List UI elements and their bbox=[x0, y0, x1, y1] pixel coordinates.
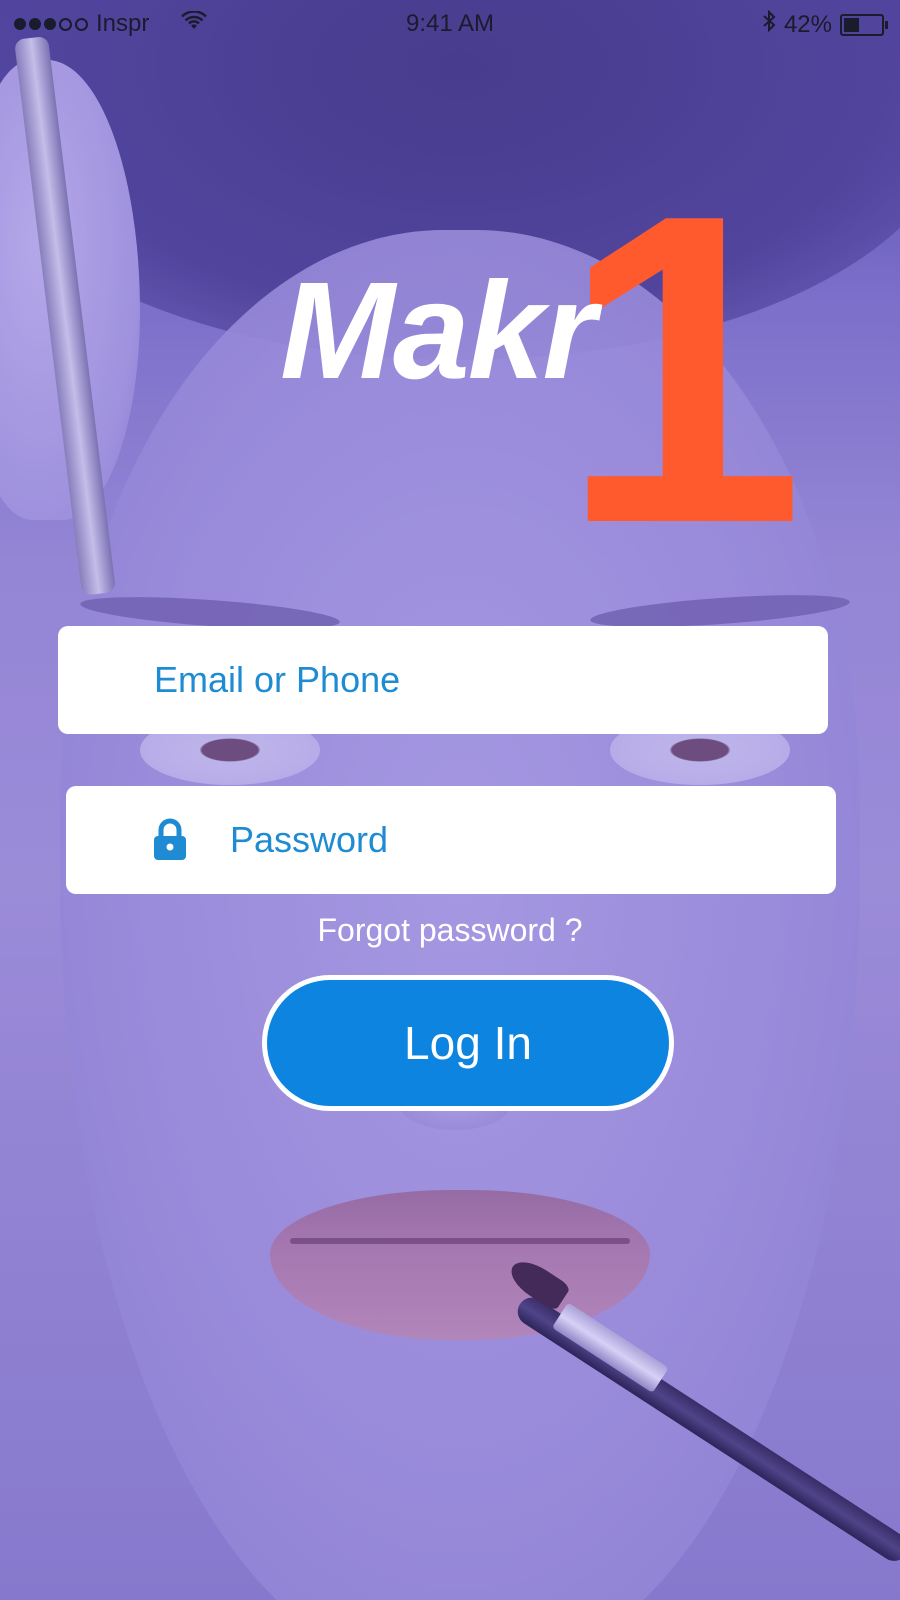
battery-icon bbox=[840, 13, 888, 36]
email-field[interactable] bbox=[58, 626, 828, 734]
bluetooth-icon bbox=[762, 9, 776, 39]
status-right: 42% bbox=[762, 9, 888, 39]
login-button[interactable]: Log In bbox=[262, 975, 674, 1111]
login-screen: Inspr 9:41 AM 42% 1 Makr Email or Phone … bbox=[0, 0, 900, 1600]
battery-fill bbox=[844, 17, 859, 32]
lock-icon bbox=[152, 818, 188, 862]
logo-number: 1 bbox=[560, 124, 805, 615]
password-input[interactable] bbox=[228, 818, 792, 862]
battery-percent: 42% bbox=[783, 10, 832, 38]
email-input[interactable] bbox=[152, 658, 716, 702]
password-field[interactable] bbox=[66, 786, 836, 894]
status-bar: Inspr 9:41 AM 42% bbox=[0, 0, 900, 50]
forgot-password-link[interactable]: Forgot password ? bbox=[0, 912, 900, 949]
battery-tip bbox=[885, 20, 888, 29]
logo-word: Makr bbox=[280, 254, 596, 408]
